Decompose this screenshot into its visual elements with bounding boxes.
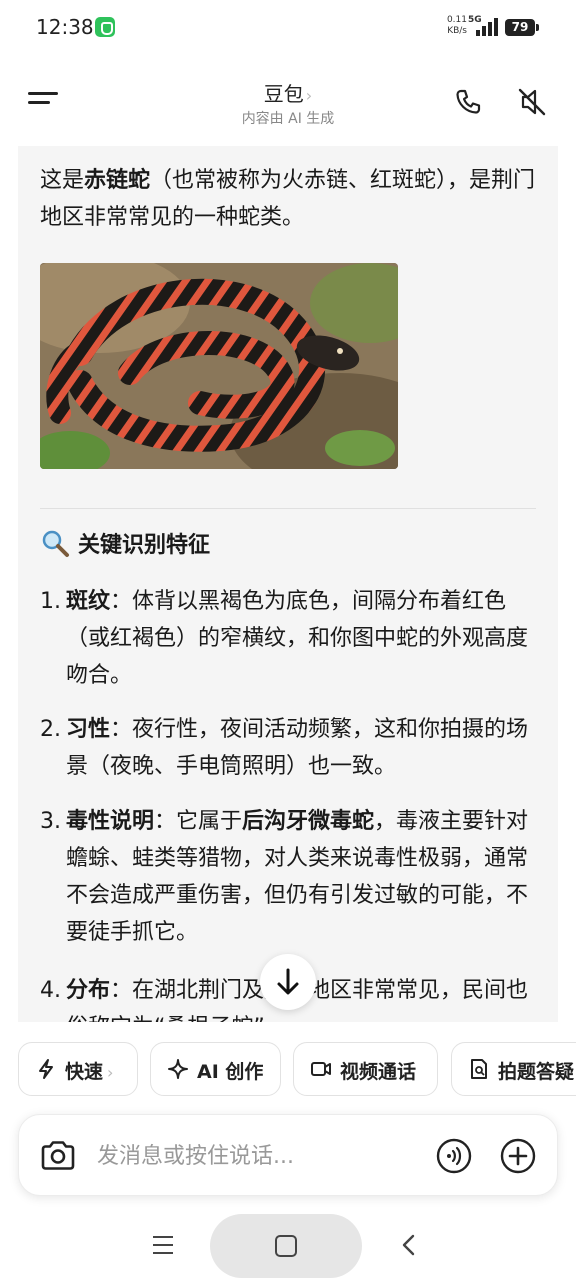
list-title: 分布: [66, 978, 111, 1003]
bot-name: 豆包: [263, 82, 304, 106]
assistant-message: 这是赤链蛇（也常被称为火赤链、红斑蛇），是荆门地区非常常见的一种蛇类。 关键识别…: [18, 146, 558, 1022]
scroll-to-bottom-button[interactable]: [260, 954, 316, 1010]
list-item: 2. 习性：夜行性，夜间活动频繁，这和你拍摄的场景（夜晚、手电筒照明）也一致。: [40, 711, 540, 785]
list-number: 2.: [40, 717, 61, 742]
chip-photo-question[interactable]: 拍题答疑: [451, 1042, 576, 1096]
chip-label: AI 创作: [197, 1061, 264, 1083]
list-title: 毒性说明: [66, 809, 155, 834]
list-title: 习性: [66, 717, 111, 742]
message-intro: 这是赤链蛇（也常被称为火赤链、红斑蛇），是荆门地区非常常见的一种蛇类。: [40, 162, 540, 236]
status-time: 12:38: [36, 15, 94, 39]
camera-icon[interactable]: [39, 1137, 77, 1175]
chip-label: 视频通话: [340, 1061, 417, 1083]
arrow-down-icon: [277, 968, 299, 995]
chat-header: 豆包 › 内容由 AI 生成: [0, 68, 576, 140]
lightning-icon: [39, 1059, 53, 1079]
chip-video-call[interactable]: 视频通话: [293, 1042, 438, 1096]
message-input[interactable]: [97, 1139, 417, 1173]
section-heading: 关键识别特征: [40, 526, 210, 566]
phone-icon[interactable]: [452, 86, 484, 118]
list-title: 斑纹: [66, 589, 111, 614]
list-number: 3.: [40, 809, 61, 834]
security-shield-icon: [95, 17, 115, 37]
chip-label: 快速: [65, 1061, 104, 1083]
battery-icon: 79: [505, 19, 539, 36]
chip-fast[interactable]: 快速 ›: [18, 1042, 138, 1096]
network-speed: 0.11 KB/s: [443, 15, 467, 37]
list-item: 3. 毒性说明：它属于后沟牙微毒蛇，毒液主要针对蟾蜍、蛙类等猎物，对人类来说毒性…: [40, 803, 540, 951]
list-item: 1. 斑纹：体背以黑褐色为底色，间隔分布着红色（或红褐色）的窄横纹，和你图中蛇的…: [40, 583, 540, 694]
snake-illustration: [40, 263, 398, 469]
section-title: 关键识别特征: [78, 533, 211, 558]
status-bar: 12:38 0.11 KB/s 5G 79: [0, 0, 576, 56]
voice-call-icon[interactable]: [435, 1137, 473, 1175]
chip-label: 拍题答疑: [498, 1061, 575, 1083]
sparkle-icon: [168, 1059, 188, 1079]
network-speed-value: 0.11: [446, 15, 467, 25]
intro-text: 这是: [40, 168, 85, 193]
divider: [40, 508, 536, 509]
plus-icon[interactable]: [499, 1137, 537, 1175]
list-number: 1.: [40, 589, 61, 614]
document-search-icon: [471, 1059, 487, 1079]
chevron-right-icon: ›: [305, 86, 313, 105]
ai-generated-notice: 内容由 AI 生成: [241, 111, 335, 127]
list-bold: 后沟牙微毒蛇: [242, 809, 375, 834]
video-icon: [311, 1062, 331, 1076]
recent-apps-icon[interactable]: [150, 1234, 176, 1256]
signal-icon: [476, 18, 498, 36]
snake-name: 赤链蛇: [84, 168, 151, 193]
home-button[interactable]: [210, 1214, 362, 1278]
speaker-mute-icon[interactable]: [516, 86, 548, 118]
back-icon[interactable]: [396, 1232, 422, 1258]
message-composer: [18, 1114, 558, 1196]
list-text: ：它属于: [154, 809, 243, 834]
chevron-right-icon: ›: [107, 1063, 114, 1082]
magnifier-icon: [42, 530, 69, 557]
list-text: ：体背以黑褐色为底色，间隔分布着红色（或红褐色）的窄横纹，和你图中蛇的外观高度吻…: [66, 589, 529, 688]
chip-ai-create[interactable]: AI 创作: [150, 1042, 281, 1096]
snake-photo[interactable]: [40, 263, 398, 469]
quick-actions: 快速 › AI 创作 视频通话 拍题答疑: [0, 1042, 576, 1096]
bot-title[interactable]: 豆包 ›: [0, 78, 576, 107]
list-number: 4.: [40, 978, 61, 1003]
list-text: ：夜行性，夜间活动频繁，这和你拍摄的场景（夜晚、手电筒照明）也一致。: [66, 717, 529, 779]
system-nav-bar: [0, 1210, 576, 1280]
network-speed-unit: KB/s: [447, 26, 467, 36]
home-icon: [275, 1235, 297, 1257]
